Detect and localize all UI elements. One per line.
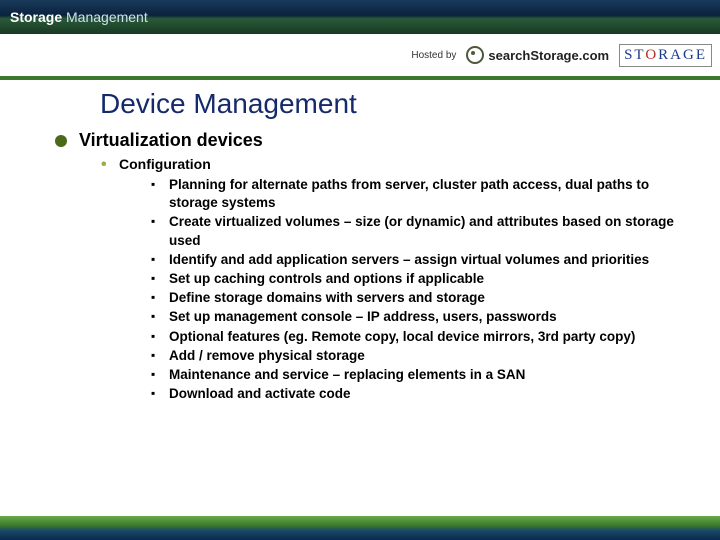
list-item: Optional features (eg. Remote copy, loca…	[151, 328, 690, 346]
hosted-row: Hosted by searchStorage.com STORAGE	[0, 34, 720, 80]
target-icon	[466, 46, 484, 64]
list-item: Maintenance and service – replacing elem…	[151, 366, 690, 384]
l1-text: Virtualization devices	[79, 130, 263, 150]
list-level-1: Virtualization devices Configuration Pla…	[30, 130, 690, 404]
header-bar: Storage Management	[0, 0, 720, 34]
slide-content: Device Management Virtualization devices…	[0, 80, 720, 404]
list-item: Set up management console – IP address, …	[151, 308, 690, 326]
list-item: Download and activate code	[151, 385, 690, 403]
l1-item: Virtualization devices Configuration Pla…	[55, 130, 690, 404]
storage-box-text: STORAGE	[624, 47, 707, 63]
list-item: Planning for alternate paths from server…	[151, 176, 690, 212]
hosted-by-label: Hosted by	[411, 50, 456, 61]
l2-text: Configuration	[119, 156, 211, 172]
footer-bar	[0, 516, 720, 540]
search-storage-text: searchStorage.com	[488, 48, 609, 63]
list-item: Add / remove physical storage	[151, 347, 690, 365]
storage-box-logo: STORAGE	[619, 44, 712, 67]
page-title: Device Management	[100, 88, 690, 120]
list-item: Create virtualized volumes – size (or dy…	[151, 213, 690, 249]
l2-item: Configuration Planning for alternate pat…	[101, 155, 690, 404]
list-level-3: Planning for alternate paths from server…	[119, 176, 690, 404]
logo-bold: Storage	[10, 9, 62, 25]
list-item: Define storage domains with servers and …	[151, 289, 690, 307]
list-level-2: Configuration Planning for alternate pat…	[79, 155, 690, 404]
header-logo: Storage Management	[10, 9, 148, 25]
list-item: Set up caching controls and options if a…	[151, 270, 690, 288]
logo-light: Management	[66, 9, 148, 25]
list-item: Identify and add application servers – a…	[151, 251, 690, 269]
search-storage-logo: searchStorage.com	[466, 46, 609, 64]
